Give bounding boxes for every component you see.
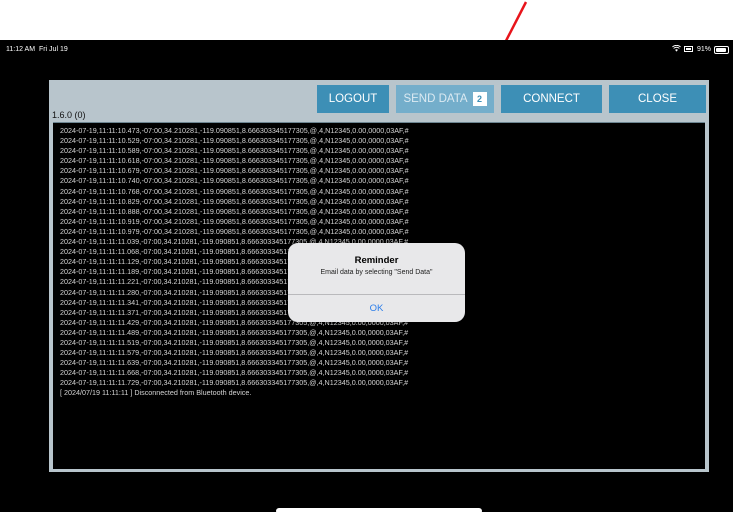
log-line: 2024-07-19,11:11:11.519,-07:00,34.210281… — [60, 337, 409, 347]
log-line: 2024-07-19,11:11:10.919,-07:00,34.210281… — [60, 216, 409, 226]
log-line: 2024-07-19,11:11:11.579,-07:00,34.210281… — [60, 348, 409, 358]
log-line: 2024-07-19,11:11:11.668,-07:00,34.210281… — [60, 368, 409, 378]
log-line: 2024-07-19,11:11:10.589,-07:00,34.210281… — [60, 146, 409, 156]
log-line: 2024-07-19,11:11:11.729,-07:00,34.210281… — [60, 378, 409, 388]
version-label: 1.6.0 (0) — [52, 110, 86, 120]
close-button[interactable]: CLOSE — [609, 85, 706, 113]
status-time-date: 11:12 AM Fri Jul 19 — [6, 46, 68, 53]
battery-level-icon — [714, 45, 729, 54]
log-line: 2024-07-19,11:11:10.979,-07:00,34.210281… — [60, 226, 409, 236]
log-line: 2024-07-19,11:11:10.768,-07:00,34.210281… — [60, 186, 409, 196]
log-line: 2024-07-19,11:11:10.679,-07:00,34.210281… — [60, 166, 409, 176]
battery-percent: 91% — [696, 46, 711, 53]
log-line: 2024-07-19,11:11:10.829,-07:00,34.210281… — [60, 196, 409, 206]
log-line: 2024-07-19,11:11:10.473,-07:00,34.210281… — [60, 126, 409, 135]
log-line: 2024-07-19,11:11:10.618,-07:00,34.210281… — [60, 156, 409, 166]
status-bar: 11:12 AM Fri Jul 19 91% — [0, 40, 733, 60]
dialog-message: Email data by selecting "Send Data" — [320, 269, 433, 276]
log-line: [ 2024/07/19 11:11:11 ] Disconnected fro… — [60, 388, 252, 398]
status-date: Fri Jul 19 — [38, 46, 68, 53]
reminder-dialog: Reminder Email data by selecting "Send D… — [288, 243, 465, 322]
wifi-icon — [672, 44, 681, 54]
battery-icon — [683, 45, 694, 54]
device-screen: 11:12 AM Fri Jul 19 91% 1.6.0 (0) LOGOUT… — [0, 40, 733, 512]
dialog-title: Reminder — [354, 255, 399, 266]
send-data-button[interactable]: SEND DATA 2 — [396, 85, 494, 113]
log-line: 2024-07-19,11:11:10.740,-07:00,34.210281… — [60, 176, 409, 186]
battery-fill — [716, 47, 726, 52]
status-time: 11:12 AM — [6, 46, 36, 53]
status-indicators: 91% — [672, 44, 729, 54]
log-line: 2024-07-19,11:11:10.888,-07:00,34.210281… — [60, 206, 409, 216]
send-data-count-badge: 2 — [472, 92, 487, 106]
home-indicator[interactable] — [276, 508, 482, 514]
log-line: 2024-07-19,11:11:10.529,-07:00,34.210281… — [60, 136, 409, 146]
connect-button[interactable]: CONNECT — [501, 85, 602, 113]
send-data-label: SEND DATA — [403, 93, 468, 105]
dialog-ok-button[interactable]: OK — [288, 295, 465, 322]
log-line: 2024-07-19,11:11:11.639,-07:00,34.210281… — [60, 358, 409, 368]
logout-button[interactable]: LOGOUT — [317, 85, 389, 113]
log-line: 2024-07-19,11:11:11.489,-07:00,34.210281… — [60, 327, 409, 337]
